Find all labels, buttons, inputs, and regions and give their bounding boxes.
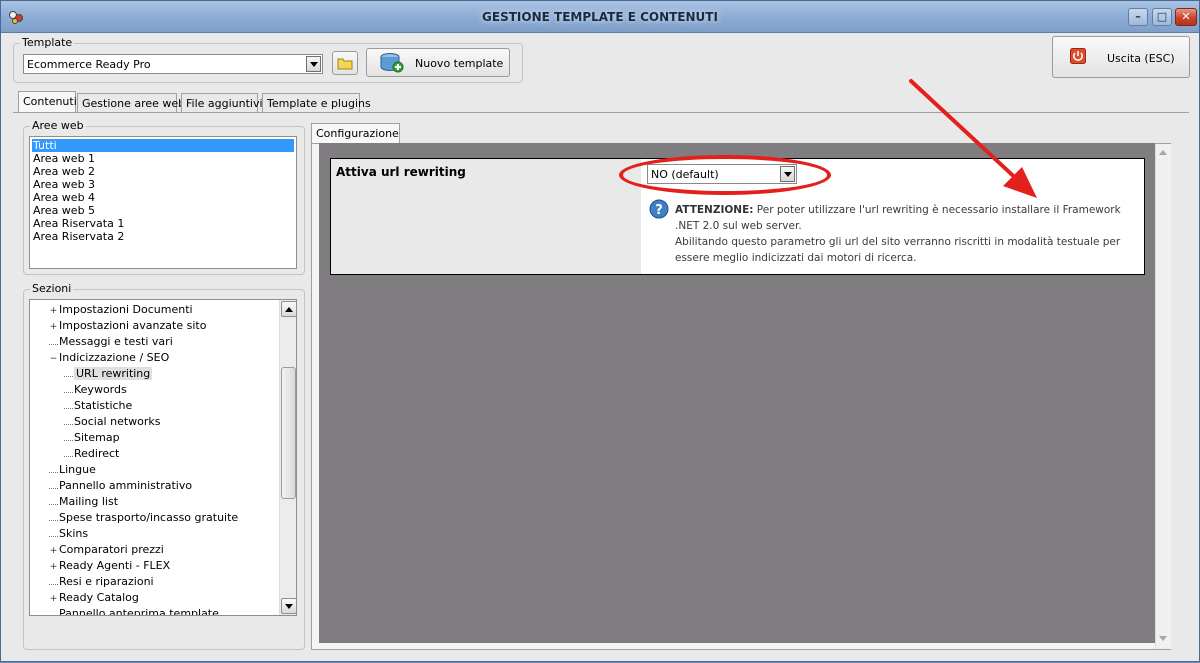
- main-window: GESTIONE TEMPLATE E CONTENUTI – □ ✕ Temp…: [0, 0, 1200, 662]
- annotation-arrow: [909, 79, 1037, 198]
